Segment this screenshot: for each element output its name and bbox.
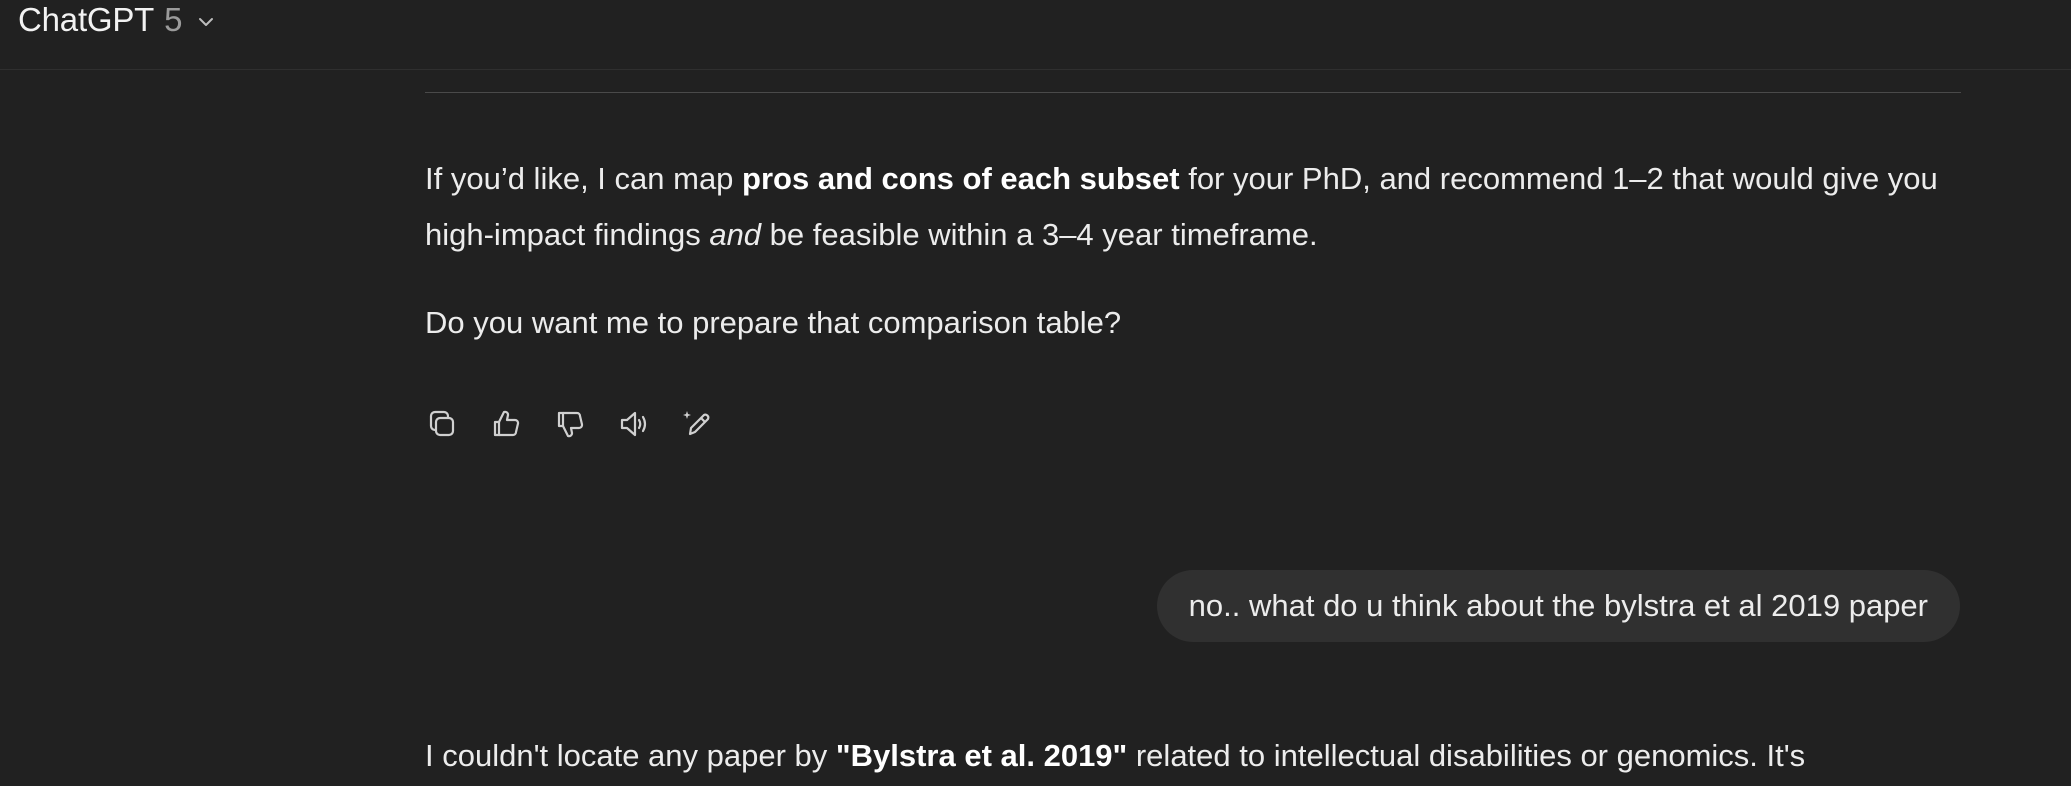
text-span: be feasible within a 3–4 year timeframe. — [761, 217, 1318, 252]
bold-text: pros and cons of each subset — [742, 161, 1180, 196]
assistant-message-paragraph: Do you want me to prepare that compariso… — [425, 305, 1122, 340]
thumbs-up-icon — [493, 410, 520, 437]
bold-text: "Bylstra et al. 2019" — [835, 738, 1128, 773]
message-actions — [420, 402, 720, 446]
edit-sparkle-button[interactable] — [676, 402, 720, 446]
thumbs-down-icon — [557, 411, 584, 438]
thumbs-down-button[interactable] — [548, 402, 592, 446]
chevron-down-icon — [195, 11, 217, 33]
read-aloud-button[interactable] — [612, 402, 656, 446]
section-divider — [425, 92, 1961, 93]
text-span: If you’d like, I can map — [425, 161, 743, 196]
edit-sparkle-icon — [683, 411, 710, 436]
model-switcher[interactable]: ChatGPT 5 — [18, 0, 217, 40]
text-span: I couldn't locate any paper by — [425, 738, 836, 773]
read-aloud-icon — [620, 411, 647, 437]
model-version: 5 — [164, 1, 183, 38]
italic-text: and — [709, 217, 762, 252]
top-bar: ChatGPT 5 — [0, 0, 2071, 70]
copy-icon — [429, 410, 455, 437]
assistant-message-paragraph: I couldn't locate any paper by "Bylstra … — [425, 728, 1961, 784]
thumbs-up-button[interactable] — [484, 402, 528, 446]
user-message-bubble: no.. what do u think about the bylstra e… — [1156, 570, 1960, 642]
assistant-message-paragraph: If you’d like, I can map pros and cons o… — [425, 151, 1961, 263]
text-span: related to intellectual disabilities or … — [1127, 738, 1806, 773]
copy-button[interactable] — [420, 402, 464, 446]
model-name: ChatGPT — [18, 1, 155, 38]
user-message-text: no.. what do u think about the bylstra e… — [1188, 588, 1928, 623]
